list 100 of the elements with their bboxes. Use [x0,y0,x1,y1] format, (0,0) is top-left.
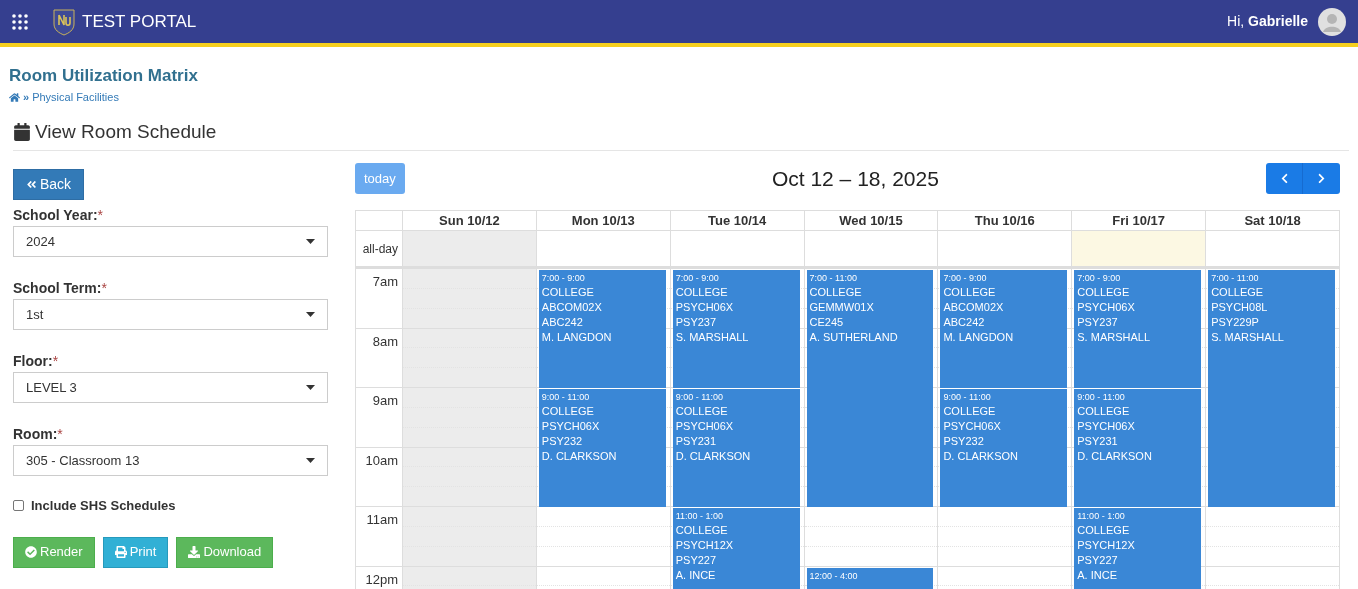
event-time: 11:00 - 1:00 [1077,510,1126,523]
breadcrumb-link[interactable]: Physical Facilities [32,89,119,106]
event-detail: S. MARSHALL [675,330,750,345]
event-detail: COLLEGE [1077,285,1131,300]
day-header: Sat 10/18 [1205,211,1339,230]
event-time: 7:00 - 11:00 [809,272,858,285]
event-detail: D. CLARKSON [943,449,1019,464]
dropdown-caret-icon [306,239,315,244]
calendar-event[interactable]: 7:00 - 9:00 COLLEGE ABCOM02X ABC242 M. LANGDON [538,270,666,388]
event-detail: PSY227 [675,553,718,568]
event-detail: PSYCH06X [675,300,735,315]
page-title: Room Utilization Matrix [9,65,199,87]
select-field[interactable]: 305 - Classroom 13 [13,445,328,476]
event-time: 7:00 - 9:00 [1077,272,1122,285]
select-field[interactable]: 2024 [13,226,328,257]
hour-label: 7am [372,274,398,289]
day-header: Tue 10/14 [669,211,804,230]
event-detail: PSYCH06X [1077,419,1136,434]
print-button[interactable]: Print [102,536,169,568]
event-detail: GEMMW01X [809,300,875,315]
event-detail: COLLEGE [1077,523,1131,538]
event-detail: PSYCH08L [1211,300,1269,315]
calendar-event[interactable]: 9:00 - 11:00 COLLEGE PSYCH06X PSY231 D. CLARKSON [672,389,800,507]
event-time: 7:00 - 9:00 [943,272,988,285]
event-detail: COLLEGE [943,285,997,300]
field-label: Floor: [13,352,53,370]
checkbox[interactable] [13,500,24,512]
event-time: 9:00 - 11:00 [541,391,591,404]
event-time: 7:00 - 9:00 [675,272,720,285]
event-detail: D. CLARKSON [1077,449,1153,464]
chevron-right-icon [1316,173,1327,184]
event-detail: S. MARSHALL [1211,330,1285,345]
printer-icon [114,546,127,558]
event-detail: COLLEGE [541,404,595,419]
event-detail: PSYCH12X [675,538,735,553]
render-button[interactable]: Render [13,536,95,568]
user-avatar-icon[interactable] [1318,7,1346,36]
event-detail: A. SUTHERLAND [809,330,899,345]
event-detail: M. LANGDON [943,330,1015,345]
double-left-icon [26,179,37,190]
event-detail: COLLEGE [675,285,729,300]
required-mark: * [97,206,103,224]
calendar-event[interactable]: 9:00 - 11:00 COLLEGE PSYCH06X PSY232 D. CLARKSON [538,389,666,507]
calendar-icon [13,122,31,141]
event-detail: PSY227 [1077,553,1119,568]
event-detail: ABCOM02X [943,300,1005,315]
calendar-event[interactable]: 11:00 - 1:00 COLLEGE PSYCH12X PSY227 A. INCE [672,508,800,589]
select-field[interactable]: 1st [13,299,328,330]
event-detail: PSY229P [1211,315,1260,330]
event-time: 11:00 - 1:00 [675,510,725,523]
breadcrumb-separator: » [23,90,30,105]
back-button[interactable]: Back [13,169,85,200]
event-detail: COLLEGE [675,523,729,538]
event-detail: PSYCH06X [541,419,601,434]
field-label: Room: [13,425,58,443]
event-detail: CE245 [809,315,845,330]
event-detail: M. LANGDON [541,330,613,345]
download-icon [188,546,201,558]
event-time: 7:00 - 9:00 [541,272,586,285]
event-time: 12:00 - 4:00 [809,569,859,583]
today-button[interactable]: today [355,163,405,194]
day-header: Thu 10/16 [937,211,1072,230]
event-detail: PSYCH06X [675,419,735,434]
hour-label: 8am [372,333,398,349]
event-detail: COLLEGE [1211,285,1265,300]
hour-label: 12pm [365,571,398,587]
event-detail: ABCOM02X [541,300,603,315]
logo-icon [52,7,76,36]
select-field[interactable]: LEVEL 3 [13,372,328,403]
event-detail: COLLEGE [541,285,595,300]
calendar-event[interactable]: 7:00 - 9:00 COLLEGE PSYCH06X PSY237 S. MARSHALL [672,270,800,388]
previous-button[interactable] [1266,163,1303,194]
event-detail: PSY232 [943,434,985,449]
calendar-event[interactable]: 9:00 - 11:00 COLLEGE PSYCH06X PSY232 D. CLARKSON [940,389,1068,507]
event-detail: D. CLARKSON [675,449,752,464]
event-time: 9:00 - 11:00 [943,391,992,404]
calendar-event[interactable]: 12:00 - 4:00 [806,567,934,589]
dropdown-caret-icon [306,458,315,463]
event-detail: PSYCH06X [943,419,1002,434]
calendar-event[interactable]: 7:00 - 11:00 COLLEGE PSYCH08L PSY229P S. MARSHALL [1208,270,1335,507]
calendar-event[interactable]: 9:00 - 11:00 COLLEGE PSYCH06X PSY231 D. CLARKSON [1074,389,1202,507]
hour-label: 9am [372,393,398,408]
calendar-event[interactable]: 7:00 - 9:00 COLLEGE PSYCH06X PSY237 S. MARSHALL [1074,270,1202,388]
calendar-event[interactable]: 7:00 - 11:00 COLLEGE GEMMW01X CE245 A. SUTHERLAND [806,270,934,507]
calendar-event[interactable]: 11:00 - 1:00 COLLEGE PSYCH12X PSY227 A. INCE [1074,508,1202,589]
event-detail: PSYCH12X [1077,538,1136,553]
checkbox-label: Include SHS Schedules [31,497,176,515]
required-mark: * [52,352,59,370]
day-header: Mon 10/13 [535,211,670,230]
home-icon[interactable] [9,91,20,103]
event-detail: S. MARSHALL [1077,330,1152,345]
event-time: 9:00 - 11:00 [1077,391,1126,404]
event-detail: PSY232 [541,434,584,449]
calendar-event[interactable]: 7:00 - 9:00 COLLEGE ABCOM02X ABC242 M. LANGDON [940,270,1068,388]
day-header: Fri 10/17 [1071,211,1206,230]
field-label: School Term: [13,279,102,297]
apps-grid-icon[interactable] [12,13,28,30]
download-button[interactable]: Download [176,536,274,568]
event-detail: COLLEGE [943,404,997,419]
event-detail: A. INCE [675,568,717,583]
